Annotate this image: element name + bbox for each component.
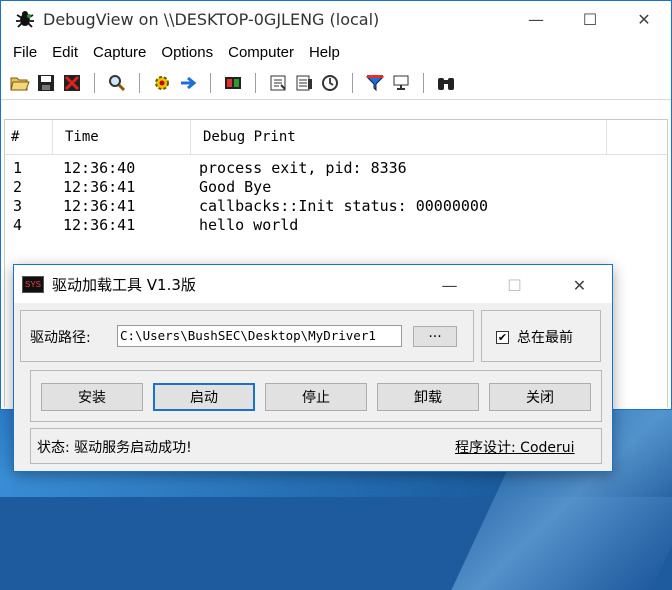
- loader-title: 驱动加载工具 V1.3版: [52, 275, 196, 294]
- filter-icon[interactable]: [267, 72, 289, 94]
- sys-file-icon: SYS: [22, 275, 44, 293]
- toolbar-separator: [210, 73, 211, 93]
- column-header-debug-print[interactable]: Debug Print: [191, 120, 607, 154]
- toolbar-separator: [352, 73, 353, 93]
- menu-computer[interactable]: Computer: [220, 44, 301, 61]
- debugview-title-bar[interactable]: DebugView on \\DESKTOP-0GJLENG (local) —…: [1, 1, 671, 37]
- loader-title-bar[interactable]: SYS 驱动加载工具 V1.3版 — ☐ ✕: [14, 265, 612, 303]
- path-label: 驱动路径:: [30, 330, 91, 346]
- start-button[interactable]: 启动: [153, 383, 255, 411]
- row-time: 12:36:41: [63, 197, 136, 215]
- debugview-bug-icon: [16, 11, 34, 28]
- row-text: process exit, pid: 8336: [199, 159, 407, 177]
- row-time: 12:36:40: [63, 159, 136, 177]
- row-text: Good Bye: [199, 178, 272, 196]
- find-icon[interactable]: [106, 72, 128, 94]
- minimize-button[interactable]: —: [509, 1, 563, 37]
- action-buttons-group: 安装 启动 停止 卸载 关闭: [30, 370, 602, 422]
- install-button[interactable]: 安装: [41, 383, 143, 411]
- list-item[interactable]: 4 12:36:41 hello world: [5, 216, 667, 235]
- column-header-number[interactable]: #: [5, 120, 53, 154]
- loader-maximize-button: ☐: [507, 275, 522, 295]
- row-number: 2: [13, 178, 23, 196]
- loader-close-button[interactable]: ✕: [547, 266, 612, 304]
- menu-capture[interactable]: Capture: [85, 44, 153, 61]
- arrow-right-icon[interactable]: [177, 72, 199, 94]
- clear-display-icon[interactable]: [61, 72, 83, 94]
- open-folder-icon[interactable]: [9, 72, 31, 94]
- row-number: 3: [13, 197, 23, 215]
- toolbar-separator: [255, 73, 256, 93]
- list-item[interactable]: 3 12:36:41 callbacks::Init status: 00000…: [5, 197, 667, 216]
- menu-file[interactable]: File: [5, 44, 44, 61]
- row-number: 1: [13, 159, 23, 177]
- monitor-icon[interactable]: [390, 72, 412, 94]
- menu-bar: File Edit Capture Options Computer Help: [1, 37, 671, 67]
- column-header-time[interactable]: Time: [53, 120, 191, 154]
- toolbar-separator: [94, 73, 95, 93]
- driver-loader-dialog: SYS 驱动加载工具 V1.3版 — ☐ ✕ 驱动路径: C:\Users\Bu…: [13, 264, 613, 472]
- close-button[interactable]: ✕: [617, 1, 671, 37]
- toolbar-separator: [423, 73, 424, 93]
- list-item[interactable]: 2 12:36:41 Good Bye: [5, 178, 667, 197]
- browse-button[interactable]: ···: [413, 326, 457, 347]
- toolbar: [1, 67, 671, 100]
- list-header: # Time Debug Print: [5, 120, 667, 155]
- menu-options[interactable]: Options: [153, 44, 220, 61]
- debugview-title: DebugView on \\DESKTOP-0GJLENG (local): [43, 9, 380, 29]
- maximize-button[interactable]: ☐: [563, 1, 617, 37]
- row-time: 12:36:41: [63, 178, 136, 196]
- always-on-top-label[interactable]: 总在最前: [517, 327, 573, 347]
- save-icon[interactable]: [35, 72, 57, 94]
- credit-link[interactable]: 程序设计: Coderui: [455, 437, 575, 457]
- row-time: 12:36:41: [63, 216, 136, 234]
- menu-help[interactable]: Help: [301, 44, 347, 61]
- loader-minimize-button[interactable]: —: [417, 266, 482, 304]
- stop-button[interactable]: 停止: [265, 383, 367, 411]
- highlight-icon[interactable]: [293, 72, 315, 94]
- row-text: hello world: [199, 216, 299, 234]
- capture-gear-icon[interactable]: [151, 72, 173, 94]
- list-item[interactable]: 1 12:36:40 process exit, pid: 8336: [5, 159, 667, 178]
- menu-edit[interactable]: Edit: [44, 44, 85, 61]
- uninstall-button[interactable]: 卸载: [377, 383, 479, 411]
- row-text: callbacks::Init status: 00000000: [199, 197, 488, 215]
- always-on-top-group: ✔ 总在最前: [481, 310, 601, 362]
- binoculars-icon[interactable]: [435, 72, 457, 94]
- capture-events-icon[interactable]: [222, 72, 244, 94]
- funnel-filter-icon[interactable]: [364, 72, 386, 94]
- clock-icon[interactable]: [319, 72, 341, 94]
- close-dialog-button[interactable]: 关闭: [489, 383, 591, 411]
- status-group: 状态: 驱动服务启动成功! 程序设计: Coderui: [30, 428, 602, 464]
- driver-path-input[interactable]: C:\Users\BushSEC\Desktop\MyDriver1: [117, 325, 402, 347]
- toolbar-separator: [139, 73, 140, 93]
- always-on-top-checkbox[interactable]: ✔: [496, 331, 509, 344]
- row-number: 4: [13, 216, 23, 234]
- status-text: 状态: 驱动服务启动成功!: [37, 440, 192, 456]
- path-group: 驱动路径: C:\Users\BushSEC\Desktop\MyDriver1…: [20, 310, 474, 362]
